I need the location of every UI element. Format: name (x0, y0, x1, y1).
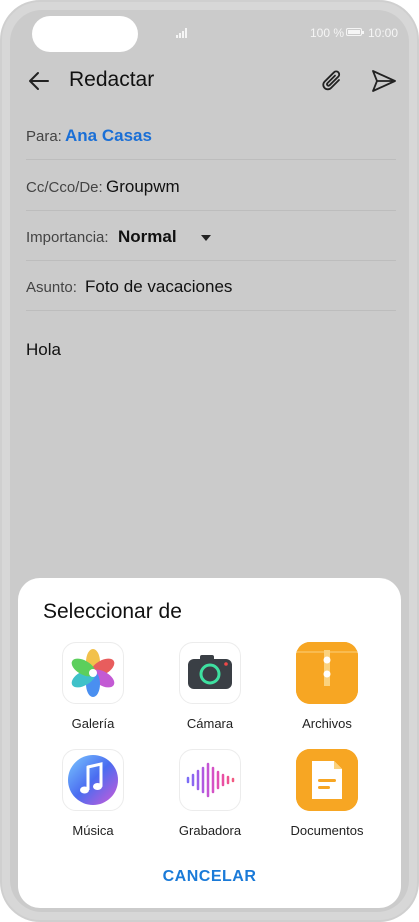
option-gallery[interactable]: Galería (38, 642, 148, 742)
attachment-icon[interactable] (320, 68, 346, 94)
to-recipient[interactable]: Ana Casas (65, 126, 152, 146)
dropdown-arrow-icon[interactable] (200, 234, 212, 242)
sheet-title: Seleccionar de (43, 600, 182, 623)
phone-frame: 100 % 10:00 Redactar Para: Ana Casas Cc/… (0, 0, 419, 922)
gallery-icon (62, 642, 124, 704)
documents-icon (296, 749, 358, 811)
clock: 10:00 (368, 26, 399, 40)
send-icon[interactable] (370, 68, 398, 94)
cc-row[interactable]: Cc/Cco/De: Groupwm (26, 162, 396, 211)
cancel-button[interactable]: CANCELAR (138, 868, 281, 894)
signal-icon (176, 28, 187, 38)
option-recorder[interactable]: Grabadora (155, 749, 265, 849)
music-icon (62, 749, 124, 811)
importance-label: Importancia: (26, 229, 109, 246)
option-files-label: Archivos (302, 716, 352, 731)
page-title: Redactar (69, 68, 155, 91)
cc-label: Cc/Cco/De: (26, 179, 103, 196)
cc-field[interactable]: Groupwm (106, 177, 180, 197)
option-music[interactable]: Música (38, 749, 148, 849)
screen: 100 % 10:00 Redactar Para: Ana Casas Cc/… (10, 10, 409, 912)
option-files[interactable]: Archivos (272, 642, 382, 742)
option-camera[interactable]: Cámara (155, 642, 265, 742)
option-gallery-label: Galería (71, 716, 115, 731)
importance-select[interactable]: Normal (118, 227, 177, 247)
option-music-label: Música (72, 823, 114, 838)
camera-notch (32, 16, 138, 52)
select-source-sheet: Seleccionar de Galería Cámara Archivos M… (18, 578, 401, 908)
option-recorder-label: Grabadora (178, 823, 242, 838)
to-row[interactable]: Para: Ana Casas (26, 111, 396, 160)
recorder-icon (179, 749, 241, 811)
battery-percent: 100 % (310, 26, 345, 40)
subject-row[interactable]: Asunto: Foto de vacaciones (26, 262, 396, 311)
option-documents-label: Documentos (290, 823, 364, 838)
option-documents[interactable]: Documentos (272, 749, 382, 849)
camera-icon (179, 642, 241, 704)
battery-icon (346, 28, 364, 36)
subject-label: Asunto: (26, 279, 77, 296)
files-icon (296, 642, 358, 704)
message-body[interactable]: Hola (26, 340, 61, 360)
option-camera-label: Cámara (186, 716, 234, 731)
to-label: Para: (26, 128, 62, 145)
importance-row[interactable]: Importancia: Normal (26, 212, 396, 261)
back-arrow-icon[interactable] (26, 68, 52, 94)
subject-field[interactable]: Foto de vacaciones (85, 277, 232, 297)
